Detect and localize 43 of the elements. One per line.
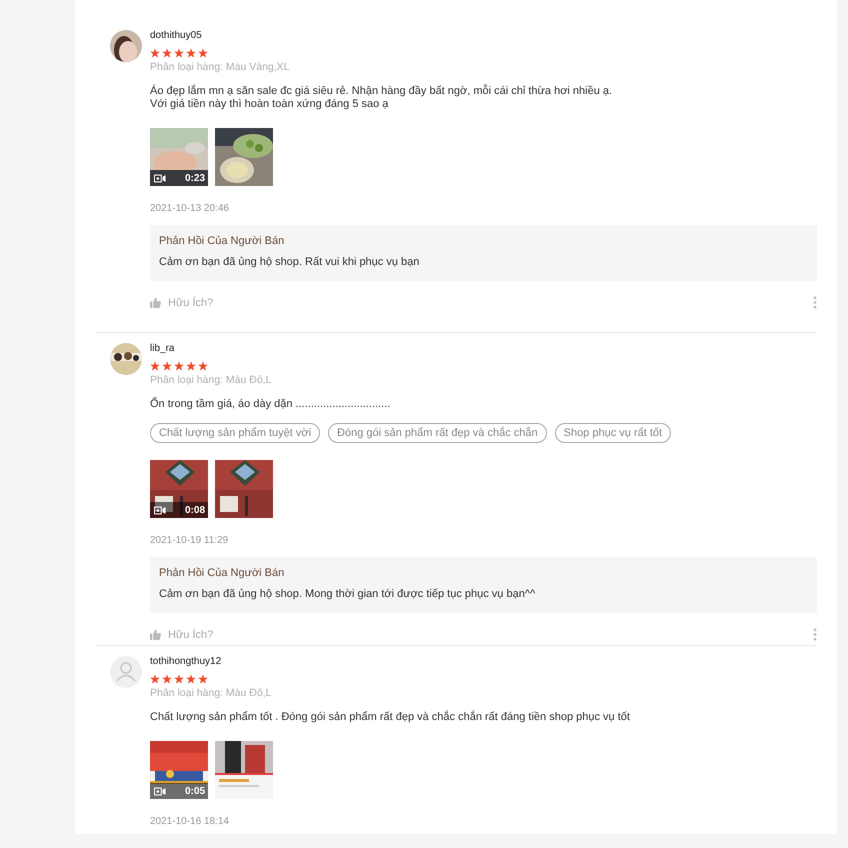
star-icon	[186, 48, 196, 58]
star-icon	[198, 48, 208, 58]
product-variation: Phân loại hàng: Màu Đỏ,L	[150, 374, 272, 387]
star-icon	[198, 361, 208, 371]
thumbs-up-icon	[150, 297, 161, 308]
star-icon	[198, 674, 208, 684]
thumbs-up-icon	[150, 629, 161, 640]
video-duration: 0:23	[184, 172, 205, 184]
star-icon	[162, 674, 172, 684]
review-text: Với giá tiền này thì hoàn toàn xứng đáng 5 sao ạ	[150, 98, 390, 111]
review-tag: Chất lượng sản phẩm tuyệt vời	[150, 423, 320, 443]
video-camera-icon	[154, 506, 166, 514]
review-text: Áo đẹp lắm mn ạ săn sale đc giá siêu rẻ. Nhận hàng đầy bất ngờ, mỗi cái chỉ thừa hơi nhiều ạ.	[150, 85, 614, 98]
product-variation: Phân loại hàng: Màu Vàng,XL	[150, 61, 291, 74]
seller-reply-text: Cảm ơn bạn đã ủng hộ shop. Rất vui khi phục vụ bạn	[159, 256, 420, 269]
star-icon	[150, 361, 160, 371]
star-icon	[162, 48, 172, 58]
product-variation: Phân loại hàng: Màu Đỏ,L	[150, 687, 272, 700]
review-tag: Shop phục vụ rất tốt	[554, 423, 672, 443]
username[interactable]: dothithuy05	[150, 30, 817, 42]
video-camera-icon	[154, 786, 166, 796]
star-icon	[150, 48, 160, 58]
review-date: 2021-10-16 18:14	[150, 816, 230, 828]
seller-reply-text: Cảm ơn bạn đã ủng hộ shop. Mong thời gian tới được tiếp tục phục vụ bạn^^	[159, 588, 536, 601]
review-tag: Đóng gói sản phẩm rất đẹp và chắc chắn	[328, 423, 547, 443]
review-text: Ổn trong tầm giá, áo dày dặn ...............................	[150, 398, 392, 411]
username[interactable]: lib_ra	[150, 343, 817, 355]
username[interactable]: tothihongthuy12	[150, 656, 817, 668]
video-duration: 0:05	[184, 786, 205, 796]
star-icon	[174, 48, 184, 58]
seller-reply-title: Phản Hồi Của Người Bán	[159, 567, 286, 580]
star-icon	[174, 361, 184, 371]
star-icon	[174, 674, 184, 684]
review-date: 2021-10-13 20:46	[150, 203, 230, 215]
star-icon	[186, 674, 196, 684]
star-icon	[186, 361, 196, 371]
video-camera-icon	[154, 174, 166, 182]
review-text: Chất lượng sản phẩm tốt . Đóng gói sản phẩm rất đẹp và chắc chắn rất đáng tiền shop phục vụ tốt	[150, 711, 631, 724]
video-duration: 0:08	[184, 504, 205, 516]
star-icon	[150, 674, 160, 684]
review-date: 2021-10-19 11:29	[150, 535, 230, 547]
seller-reply-title: Phản Hồi Của Người Bán	[159, 235, 286, 248]
star-icon	[162, 361, 172, 371]
